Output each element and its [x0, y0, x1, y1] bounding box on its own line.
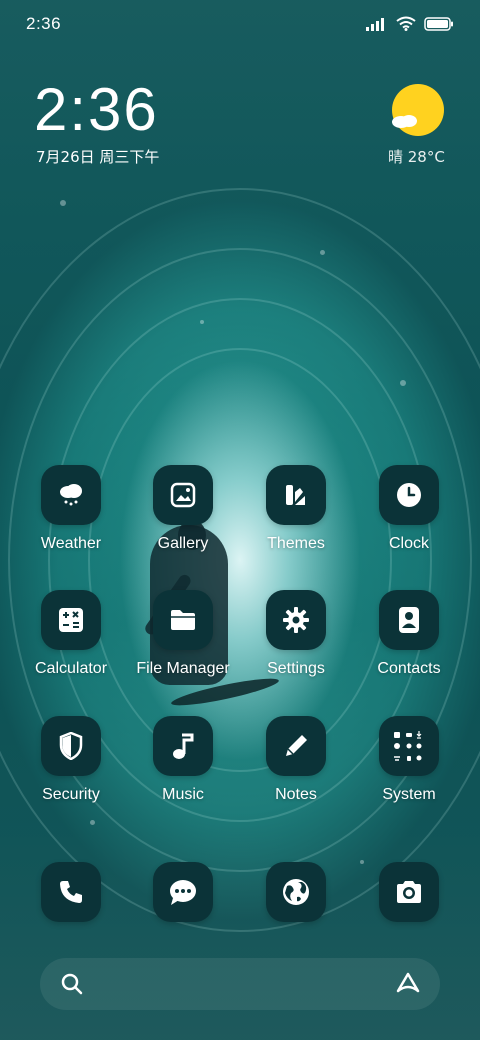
assistant-icon[interactable] — [394, 971, 422, 995]
app-label: Settings — [267, 660, 325, 677]
app-security[interactable]: Security — [16, 716, 126, 804]
battery-icon — [424, 16, 453, 31]
wifi-icon — [396, 16, 416, 31]
app-label: Clock — [388, 535, 429, 552]
app-label: Gallery — [157, 535, 209, 552]
globe-icon — [283, 879, 309, 905]
calculator-icon — [59, 608, 83, 632]
spray-dot — [320, 250, 325, 255]
app-icon-tile[interactable] — [379, 465, 439, 525]
app-gallery[interactable]: Gallery — [128, 465, 238, 553]
music-note-icon — [173, 733, 194, 759]
pencil-icon — [286, 735, 307, 756]
gear-icon — [283, 607, 309, 633]
clock-widget-time[interactable]: 2:36 — [34, 80, 159, 140]
app-label: Notes — [275, 786, 317, 803]
app-icon-tile[interactable] — [153, 862, 213, 922]
spray-dot — [400, 380, 406, 386]
app-label: Weather — [40, 535, 102, 552]
app-icon-tile[interactable] — [153, 716, 213, 776]
sun-icon[interactable] — [392, 84, 444, 136]
app-icon-tile[interactable] — [266, 716, 326, 776]
app-label: File Manager — [136, 660, 230, 677]
clock-icon — [397, 483, 421, 507]
status-icons — [366, 16, 454, 31]
themes-icon — [286, 485, 305, 505]
system-folder-icon — [394, 731, 422, 761]
app-file-manager[interactable]: File Manager — [128, 590, 238, 678]
app-label: Contacts — [377, 660, 441, 677]
weather-widget-text[interactable]: 晴 28°C — [388, 146, 445, 167]
app-calculator[interactable]: Calculator — [16, 590, 126, 678]
camera-icon — [397, 881, 421, 903]
app-system-folder[interactable]: System — [354, 716, 464, 804]
app-icon-tile[interactable] — [41, 862, 101, 922]
search-icon[interactable] — [60, 972, 84, 996]
app-icon-tile[interactable] — [379, 862, 439, 922]
app-icon-tile[interactable] — [41, 465, 101, 525]
app-label: System — [382, 786, 436, 803]
dock-camera[interactable] — [354, 862, 464, 922]
app-contacts[interactable]: Contacts — [354, 590, 464, 678]
spray-dot — [60, 200, 66, 206]
search-bar[interactable] — [40, 958, 440, 1010]
phone-icon — [60, 881, 82, 903]
app-weather[interactable]: Weather — [16, 465, 126, 553]
image-icon — [170, 482, 196, 508]
app-icon-tile[interactable] — [379, 716, 439, 776]
person-icon — [399, 607, 419, 633]
app-label: Calculator — [34, 660, 108, 677]
app-label: Security — [42, 786, 100, 803]
cloud-icon — [392, 115, 417, 128]
message-icon — [170, 880, 196, 905]
app-settings[interactable]: Settings — [241, 590, 351, 678]
status-bar: 2:36 — [0, 0, 480, 50]
app-label: Music — [162, 786, 204, 803]
spray-dot — [90, 820, 95, 825]
status-time: 2:36 — [26, 14, 62, 33]
app-clock[interactable]: Clock — [354, 465, 464, 553]
dock-messages[interactable] — [128, 862, 238, 922]
spray-dot — [200, 320, 204, 324]
wave-ring — [0, 188, 480, 932]
app-icon-tile[interactable] — [41, 590, 101, 650]
app-icon-tile[interactable] — [153, 590, 213, 650]
dock-phone[interactable] — [16, 862, 126, 922]
app-icon-tile[interactable] — [41, 716, 101, 776]
app-icon-tile[interactable] — [379, 590, 439, 650]
app-icon-tile[interactable] — [266, 465, 326, 525]
app-themes[interactable]: Themes — [241, 465, 351, 553]
app-music[interactable]: Music — [128, 716, 238, 804]
app-icon-tile[interactable] — [266, 862, 326, 922]
app-label: Themes — [267, 535, 325, 552]
cloud-rain-icon — [60, 484, 82, 506]
folder-icon — [171, 610, 195, 630]
app-notes[interactable]: Notes — [241, 716, 351, 804]
app-icon-tile[interactable] — [266, 590, 326, 650]
signal-icon — [366, 17, 384, 31]
app-icon-tile[interactable] — [153, 465, 213, 525]
clock-widget-date: 7月26日 周三下午 — [36, 148, 160, 166]
shield-icon — [59, 732, 83, 760]
dock-browser[interactable] — [241, 862, 351, 922]
